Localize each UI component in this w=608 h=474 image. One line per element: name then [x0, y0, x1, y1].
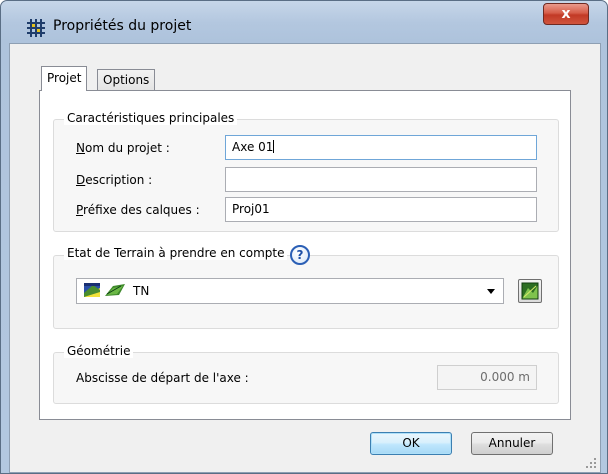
description-label: Description : [76, 173, 153, 187]
resize-grip-icon[interactable] [585, 457, 597, 469]
terrain-select-value: TN [133, 284, 150, 298]
grid-app-icon [27, 19, 45, 37]
terrain-layers-icon [84, 283, 125, 297]
tab-projet[interactable]: Projet [41, 66, 88, 91]
axis-start-label: Abscisse de départ de l'axe : [76, 371, 249, 385]
main-characteristics-title: Caractéristiques principales [64, 111, 238, 125]
main-characteristics-group: Caractéristiques principales Nom du proj… [53, 111, 559, 232]
close-button[interactable]: x [543, 3, 589, 25]
window-title: Propriétés du projet [53, 18, 192, 34]
title-bar[interactable]: Propriétés du projet x [1, 1, 607, 43]
project-name-label: Nom du projet : [76, 141, 170, 155]
terrain-picker-button[interactable] [518, 279, 542, 303]
tab-options[interactable]: Options [97, 69, 156, 91]
layer-prefix-field[interactable]: Proj01 [225, 197, 537, 222]
help-icon[interactable]: ? [290, 245, 310, 265]
geometry-title: Géométrie [64, 344, 134, 358]
cancel-button[interactable]: Annuler [471, 432, 553, 455]
description-field[interactable] [225, 167, 537, 192]
tab-panel-projet: Caractéristiques principales Nom du proj… [39, 90, 571, 420]
terrain-state-title: Etat de Terrain à prendre en compte [64, 246, 288, 260]
axis-start-field: 0.000 m [437, 365, 537, 390]
tab-projet-label: Projet [47, 71, 82, 85]
terrain-select[interactable]: TN [76, 278, 504, 304]
project-name-field[interactable]: Axe 01 [225, 135, 537, 160]
tab-options-label: Options [103, 73, 150, 87]
chevron-down-icon[interactable] [487, 289, 495, 294]
dialog-client-area: Projet Options Caractéristiques principa… [9, 43, 601, 473]
dialog-window: Propriétés du projet x Projet Options Ca… [0, 0, 608, 474]
ok-button[interactable]: OK [370, 432, 452, 455]
terrain-state-group: Etat de Terrain à prendre en compte ? TN [53, 245, 559, 329]
layer-prefix-label: Préfixe des calques : [76, 203, 200, 217]
close-icon: x [561, 6, 571, 22]
geometry-group: Géométrie Abscisse de départ de l'axe : … [53, 344, 559, 404]
terrain-map-icon [521, 282, 539, 300]
